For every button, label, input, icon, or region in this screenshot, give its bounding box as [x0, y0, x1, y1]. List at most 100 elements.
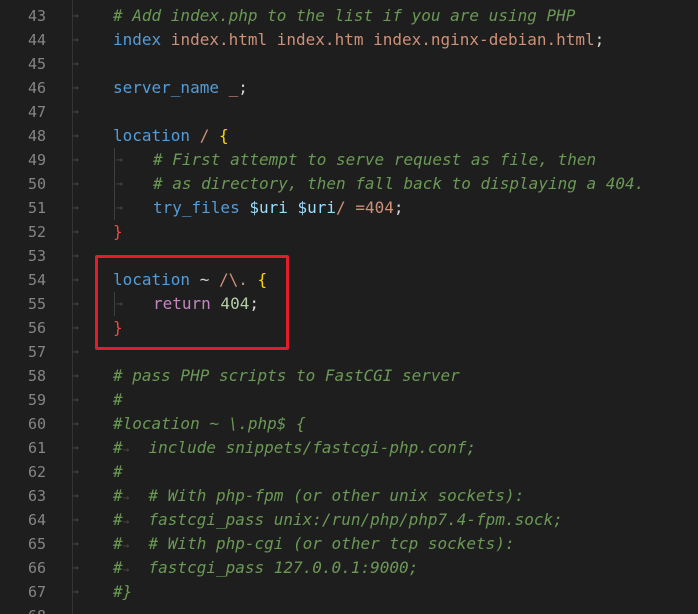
code-text: #location ~ \.php$ { [113, 412, 306, 436]
line-number: 64 [27, 511, 46, 529]
code-token: location [113, 270, 191, 289]
code-text: index index.html index.htm index.nginx-d… [113, 28, 604, 52]
code-line[interactable]: 56 →} [0, 316, 698, 340]
code-line[interactable]: 68 → [0, 604, 698, 614]
tab-arrow-icon: → [72, 585, 79, 598]
line-number: 47 [27, 103, 46, 121]
tab-arrow-icon: → [72, 201, 79, 214]
indent-guide [114, 148, 115, 172]
code-line[interactable]: 60 → #location ~ \.php$ { [0, 412, 698, 436]
line-number: 44 [27, 31, 46, 49]
code-token: # [113, 462, 123, 481]
code-token: } [113, 222, 123, 241]
code-line[interactable]: 67 → #} [0, 580, 698, 604]
code-token: /\. [218, 270, 258, 289]
code-token: ; [249, 294, 259, 313]
code-text: #→ # With php-cgi (or other tcp sockets)… [113, 532, 515, 558]
code-token: ; [238, 78, 248, 97]
tab-arrow-icon: → [72, 177, 79, 190]
line-number: 48 [27, 127, 46, 145]
line-number: 46 [27, 79, 46, 97]
code-line[interactable]: 65 → #→ # With php-cgi (or other tcp socke… [0, 532, 698, 556]
code-token: index [113, 30, 162, 49]
code-line[interactable]: 57 → [0, 340, 698, 364]
code-text: } [113, 316, 123, 340]
code-text: location / { [113, 124, 229, 148]
code-line[interactable]: 48 → location / { [0, 124, 698, 148]
code-token: $uri [297, 198, 337, 217]
code-token: #location ~ \.php$ { [113, 414, 306, 433]
code-line[interactable]: 44 → index index.html index.htm index.ngin… [0, 28, 698, 52]
code-line[interactable]: 49 → → # First attempt to serve request as … [0, 148, 698, 172]
line-number: 67 [27, 583, 46, 601]
line-number: 61 [27, 439, 46, 457]
code-token: # [113, 438, 123, 457]
code-token: # [113, 534, 123, 553]
code-text: } [113, 220, 123, 244]
code-line[interactable]: 59 → # [0, 388, 698, 412]
code-token: # [113, 390, 123, 409]
code-line[interactable]: 58 → # pass PHP scripts to FastCGI server [0, 364, 698, 388]
line-number: 57 [27, 343, 46, 361]
code-token: / =404 [336, 198, 394, 217]
tab-arrow-icon: → [72, 321, 79, 334]
line-number: 62 [27, 463, 46, 481]
code-token: try_files [153, 198, 240, 217]
tab-arrow-icon: → [72, 417, 79, 430]
line-number: 66 [27, 559, 46, 577]
code-line[interactable]: 47 → [0, 100, 698, 124]
code-text: #→ # With php-fpm (or other unix sockets… [113, 484, 524, 510]
code-line[interactable]: 61 → #→ include snippets/fastcgi-php.conf; [0, 436, 698, 460]
code-text: # First attempt to serve request as file… [153, 148, 596, 172]
tab-arrow-icon: → [72, 537, 79, 550]
code-text: #→ include snippets/fastcgi-php.conf; [113, 436, 476, 462]
code-line[interactable]: 66 → #→ fastcgi_pass 127.0.0.1:9000; [0, 556, 698, 580]
code-token: # [113, 510, 123, 529]
code-text: # [113, 388, 123, 412]
code-line[interactable]: 46 → server_name _; [0, 76, 698, 100]
line-number: 51 [27, 199, 46, 217]
code-token: # Add index.php to the list if you are u… [113, 6, 576, 25]
indent-guide [114, 196, 115, 220]
line-number: 55 [27, 295, 46, 313]
code-token: / [190, 126, 219, 145]
tab-arrow-icon: → [72, 465, 79, 478]
code-text: # [113, 460, 123, 484]
tab-arrow-icon: → [72, 225, 79, 238]
code-editor[interactable]: 43 → # Add index.php to the list if you ar… [0, 0, 698, 614]
indent-arrow-icon: → [116, 177, 123, 190]
code-line[interactable]: 55 → → return 404; [0, 292, 698, 316]
line-number: 53 [27, 247, 46, 265]
code-line[interactable]: 43 → # Add index.php to the list if you ar… [0, 4, 698, 28]
tab-arrow-icon: → [72, 33, 79, 46]
line-number: 63 [27, 487, 46, 505]
tab-arrow-icon: → [72, 105, 79, 118]
code-token: server_name [113, 78, 219, 97]
code-line[interactable]: 54 → location ~ /\. { [0, 268, 698, 292]
code-line[interactable]: 45 → [0, 52, 698, 76]
code-line[interactable]: 63 → #→ # With php-fpm (or other unix sock… [0, 484, 698, 508]
tab-arrow-icon: → [72, 441, 79, 454]
code-line[interactable]: 51 → → try_files $uri $uri/ =404; [0, 196, 698, 220]
line-number: 58 [27, 367, 46, 385]
code-line[interactable]: 64 → #→ fastcgi_pass unix:/run/php/php7.4-… [0, 508, 698, 532]
code-text: # Add index.php to the list if you are u… [113, 4, 575, 28]
code-line[interactable]: 62 → # [0, 460, 698, 484]
line-number: 65 [27, 535, 46, 553]
code-line[interactable]: 53 → [0, 244, 698, 268]
tab-arrow-icon: → [72, 9, 79, 22]
code-token: # [113, 486, 123, 505]
code-token: 404 [210, 294, 250, 313]
code-token: # With php-fpm (or other unix sockets): [129, 486, 525, 505]
line-number: 49 [27, 151, 46, 169]
tab-arrow-icon: → [72, 297, 79, 310]
code-line[interactable]: 50 → → # as directory, then fall back to di… [0, 172, 698, 196]
tab-arrow-icon: → [72, 604, 86, 614]
code-token: # First attempt to serve request as file… [153, 150, 597, 169]
code-token: index.html index.htm index.nginx-debian.… [161, 30, 595, 49]
code-token: # as directory, then fall back to displa… [153, 174, 645, 193]
code-line[interactable]: 52 →} [0, 220, 698, 244]
code-text: # pass PHP scripts to FastCGI server [113, 364, 460, 388]
